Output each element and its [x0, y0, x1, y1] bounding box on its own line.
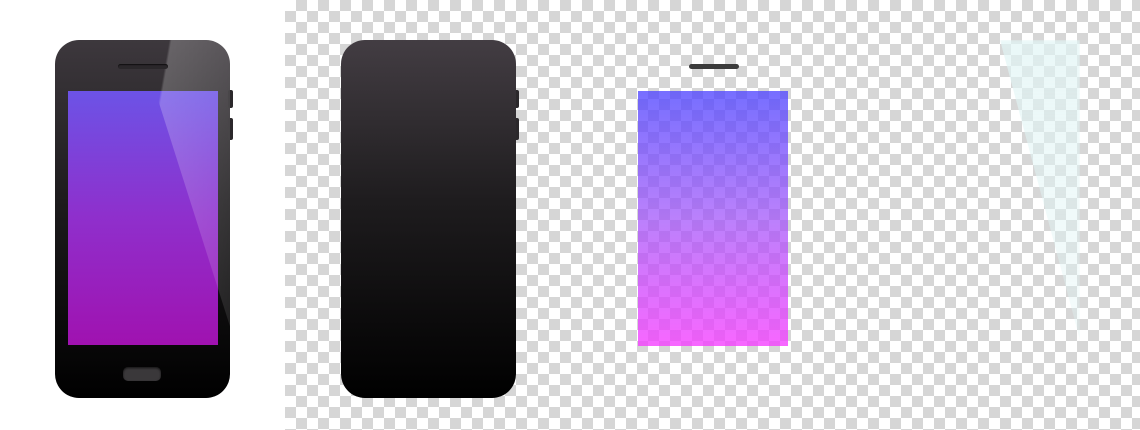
glass-glare-shape: [1000, 40, 1080, 340]
speaker-slot: [118, 64, 168, 69]
smartphone-icon: [55, 40, 233, 398]
phone-body-layer: [341, 40, 519, 398]
phone-screen-layer: [637, 60, 792, 350]
phone-body-shape: [341, 40, 516, 398]
phone-screen-shape: [638, 91, 788, 346]
glare-layer: [1000, 40, 1080, 340]
speaker-slot: [689, 64, 739, 69]
home-button: [123, 367, 161, 381]
